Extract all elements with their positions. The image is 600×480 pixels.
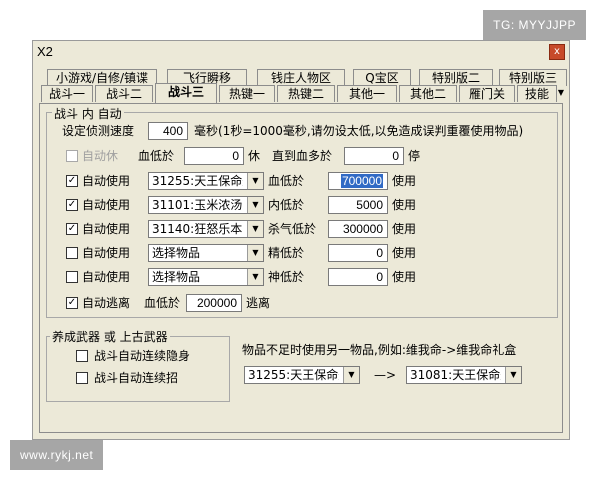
auto-rest-checkbox[interactable] bbox=[66, 150, 78, 162]
tab-battle-2[interactable]: 战斗二 bbox=[95, 85, 153, 102]
auto-use-label-5: 自动使用 bbox=[82, 270, 131, 284]
item-select-2-value: 31101:玉米浓汤 bbox=[152, 198, 243, 212]
stat-label-5: 神低於 bbox=[268, 270, 305, 284]
threshold-input-4[interactable]: 0 bbox=[328, 244, 388, 262]
battle-auto-group bbox=[46, 112, 558, 318]
speed-label: 设定侦测速度 bbox=[62, 124, 135, 138]
auto-stealth-label: 战斗自动连续隐身 bbox=[94, 349, 191, 363]
item-select-4[interactable]: 选择物品 ▼ bbox=[148, 244, 264, 262]
auto-stealth-checkbox[interactable] bbox=[76, 350, 88, 362]
chevron-down-icon[interactable]: ▼ bbox=[505, 367, 521, 383]
tab-skills[interactable]: 技能 bbox=[517, 85, 557, 102]
item-select-1-value: 31255:天王保命丹 bbox=[152, 174, 243, 188]
stat-label-1: 血低於 bbox=[268, 174, 305, 188]
tab-battle-3[interactable]: 战斗三 bbox=[155, 83, 217, 103]
chevron-down-icon[interactable]: ▼ bbox=[247, 269, 263, 285]
weapon-group-label: 养成武器 或 上古武器 bbox=[50, 328, 170, 345]
auto-combo-label: 战斗自动连续招 bbox=[94, 371, 179, 385]
chevron-down-icon[interactable]: ▼ bbox=[247, 173, 263, 189]
auto-escape-label: 自动逃离 bbox=[82, 296, 131, 310]
threshold-input-3[interactable]: 300000 bbox=[328, 220, 388, 238]
item-select-3[interactable]: 31140:狂怒乐本 ▼ bbox=[148, 220, 264, 238]
auto-escape-checkbox[interactable]: ✓ bbox=[66, 297, 78, 309]
item-select-5-value: 选择物品 bbox=[152, 270, 201, 284]
use-label-3: 使用 bbox=[392, 222, 417, 236]
auto-use-label-4: 自动使用 bbox=[82, 246, 131, 260]
app-window: X2 x 小游戏/自修/镇谍 飞行瞬移 钱庄人物区 Q宝区 特别版二 特别版三 … bbox=[32, 40, 570, 440]
use-label-4: 使用 bbox=[392, 246, 417, 260]
rest-until-input[interactable]: 0 bbox=[344, 147, 404, 165]
substitute-from-value: 31255:天王保命丹 bbox=[248, 368, 339, 382]
tab-special-3[interactable]: 特别版三 bbox=[499, 69, 567, 86]
battle-auto-group-label: 战斗 内 自动 bbox=[52, 105, 124, 122]
escape-action-label: 逃离 bbox=[246, 296, 271, 310]
stat-label-4: 精低於 bbox=[268, 246, 305, 260]
threshold-input-1-value: 700000 bbox=[340, 174, 383, 188]
window-title: X2 bbox=[37, 44, 53, 59]
tab-bank[interactable]: 钱庄人物区 bbox=[257, 69, 345, 86]
threshold-input-5[interactable]: 0 bbox=[328, 268, 388, 286]
tab-yanmenguan[interactable]: 雁门关 bbox=[459, 85, 515, 102]
item-select-3-value: 31140:狂怒乐本 bbox=[152, 222, 243, 236]
threshold-input-2[interactable]: 5000 bbox=[328, 196, 388, 214]
speed-input[interactable]: 400 bbox=[148, 122, 188, 140]
tab-hotkey-2[interactable]: 热键二 bbox=[277, 85, 335, 102]
tab-hotkey-1[interactable]: 热键一 bbox=[219, 85, 275, 102]
use-label-5: 使用 bbox=[392, 270, 417, 284]
substitute-arrow: —> bbox=[374, 368, 397, 382]
item-select-4-value: 选择物品 bbox=[152, 246, 201, 260]
rest-hp-label: 血低於 bbox=[138, 149, 175, 163]
chevron-down-icon[interactable]: ▼ bbox=[343, 367, 359, 383]
auto-use-label-1: 自动使用 bbox=[82, 174, 131, 188]
tab-other-1[interactable]: 其他一 bbox=[337, 85, 397, 102]
auto-use-label-3: 自动使用 bbox=[82, 222, 131, 236]
stop-label: 停 bbox=[408, 149, 421, 163]
substitute-to-value: 31081:天王保命丹 bbox=[410, 368, 501, 382]
rest-hp-input[interactable]: 0 bbox=[184, 147, 244, 165]
use-label-2: 使用 bbox=[392, 198, 417, 212]
tab-battle-1[interactable]: 战斗一 bbox=[41, 85, 93, 102]
use-label-1: 使用 bbox=[392, 174, 417, 188]
item-select-5[interactable]: 选择物品 ▼ bbox=[148, 268, 264, 286]
threshold-input-1[interactable]: 700000 bbox=[328, 172, 388, 190]
rest-until-label: 直到血多於 bbox=[272, 149, 333, 163]
substitute-from-select[interactable]: 31255:天王保命丹 ▼ bbox=[244, 366, 360, 384]
chevron-down-icon[interactable]: ▼ bbox=[247, 221, 263, 237]
escape-hp-input[interactable]: 200000 bbox=[186, 294, 242, 312]
substitute-to-select[interactable]: 31081:天王保命丹 ▼ bbox=[406, 366, 522, 384]
stat-label-3: 杀气低於 bbox=[268, 222, 317, 236]
escape-hp-label: 血低於 bbox=[144, 296, 181, 310]
chevron-down-icon[interactable]: ▼ bbox=[247, 197, 263, 213]
tab-special-2[interactable]: 特别版二 bbox=[419, 69, 493, 86]
item-select-1[interactable]: 31255:天王保命丹 ▼ bbox=[148, 172, 264, 190]
auto-use-checkbox-4[interactable] bbox=[66, 247, 78, 259]
auto-use-label-2: 自动使用 bbox=[82, 198, 131, 212]
auto-rest-label: 自动休 bbox=[82, 149, 119, 163]
tab-scroll-icon[interactable]: ▼ bbox=[555, 85, 567, 101]
watermark-top: TG: MYYJJPP bbox=[483, 10, 586, 40]
auto-use-checkbox-2[interactable]: ✓ bbox=[66, 199, 78, 211]
tab-qbao[interactable]: Q宝区 bbox=[353, 69, 411, 86]
watermark-bottom: www.rykj.net bbox=[10, 440, 104, 470]
rest-label: 休 bbox=[248, 149, 261, 163]
speed-hint: 毫秒(1秒=1000毫秒,请勿设太低,以免造成误判重覆使用物品) bbox=[194, 124, 524, 138]
title-bar: X2 x bbox=[33, 41, 569, 63]
tab-other-2[interactable]: 其他二 bbox=[399, 85, 457, 102]
substitute-label: 物品不足时使用另一物品,例如:维我命->维我命礼盒 bbox=[242, 343, 517, 357]
auto-use-checkbox-3[interactable]: ✓ bbox=[66, 223, 78, 235]
auto-use-checkbox-5[interactable] bbox=[66, 271, 78, 283]
tab-minigame[interactable]: 小游戏/自修/镇谍 bbox=[47, 69, 157, 86]
chevron-down-icon[interactable]: ▼ bbox=[247, 245, 263, 261]
auto-use-checkbox-1[interactable]: ✓ bbox=[66, 175, 78, 187]
auto-combo-checkbox[interactable] bbox=[76, 372, 88, 384]
tab-panel-battle-3: 战斗 内 自动 设定侦测速度 400 毫秒(1秒=1000毫秒,请勿设太低,以免… bbox=[39, 103, 563, 433]
close-icon[interactable]: x bbox=[549, 44, 565, 60]
item-select-2[interactable]: 31101:玉米浓汤 ▼ bbox=[148, 196, 264, 214]
stat-label-2: 内低於 bbox=[268, 198, 305, 212]
